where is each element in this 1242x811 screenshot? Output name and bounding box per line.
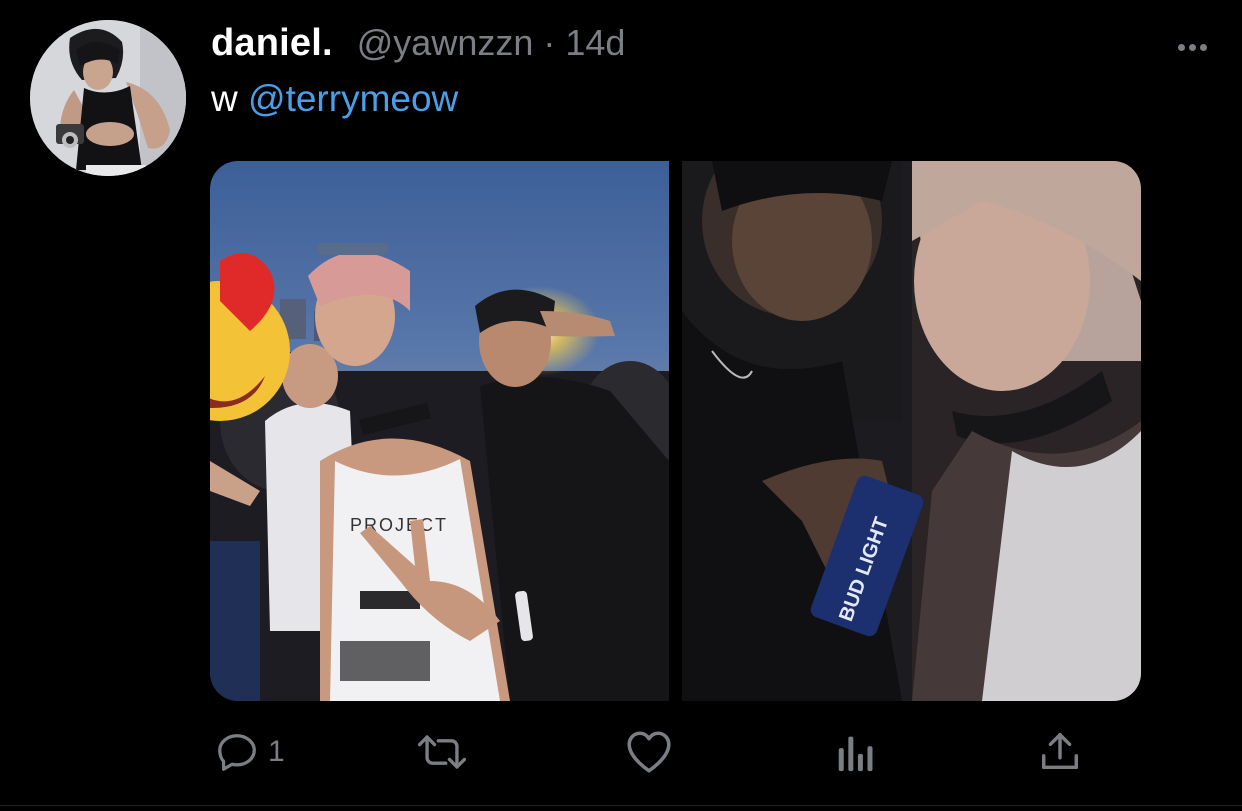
separator-dot: · [543, 22, 556, 63]
reply-count: 1 [268, 735, 285, 768]
media-grid: PROJECT BUD LIGHT [210, 161, 1141, 701]
share-button[interactable] [1038, 722, 1082, 782]
mention-link[interactable]: @terrymeow [248, 78, 458, 119]
tweet-text-prefix: w [211, 78, 238, 119]
like-button[interactable] [624, 722, 674, 782]
tweet-header: daniel. @yawnzzn · 14d [211, 22, 625, 72]
reply-icon [214, 729, 260, 775]
retweet-button[interactable] [414, 722, 470, 782]
reply-button[interactable]: 1 [214, 722, 285, 782]
tweet-text: w @terrymeow [211, 78, 458, 120]
timestamp[interactable]: 14d [565, 22, 625, 64]
divider [0, 805, 1242, 806]
more-icon[interactable] [1172, 30, 1212, 64]
photo-2-image: BUD LIGHT [682, 161, 1141, 701]
user-handle[interactable]: @yawnzzn [357, 22, 534, 64]
views-button[interactable] [834, 722, 878, 782]
photo-1-image: PROJECT [210, 161, 669, 701]
display-name[interactable]: daniel. [211, 22, 333, 65]
avatar-image [30, 20, 186, 176]
retweet-icon [414, 729, 470, 775]
analytics-icon [834, 729, 878, 775]
photo-2[interactable]: BUD LIGHT [682, 161, 1141, 701]
tweet: daniel. @yawnzzn · 14d w @terrymeow PROJ… [0, 0, 1242, 811]
photo-1[interactable]: PROJECT [210, 161, 669, 701]
action-bar: 1 [210, 722, 1079, 782]
share-icon [1038, 729, 1082, 775]
heart-icon [624, 729, 674, 775]
avatar[interactable] [30, 20, 186, 176]
